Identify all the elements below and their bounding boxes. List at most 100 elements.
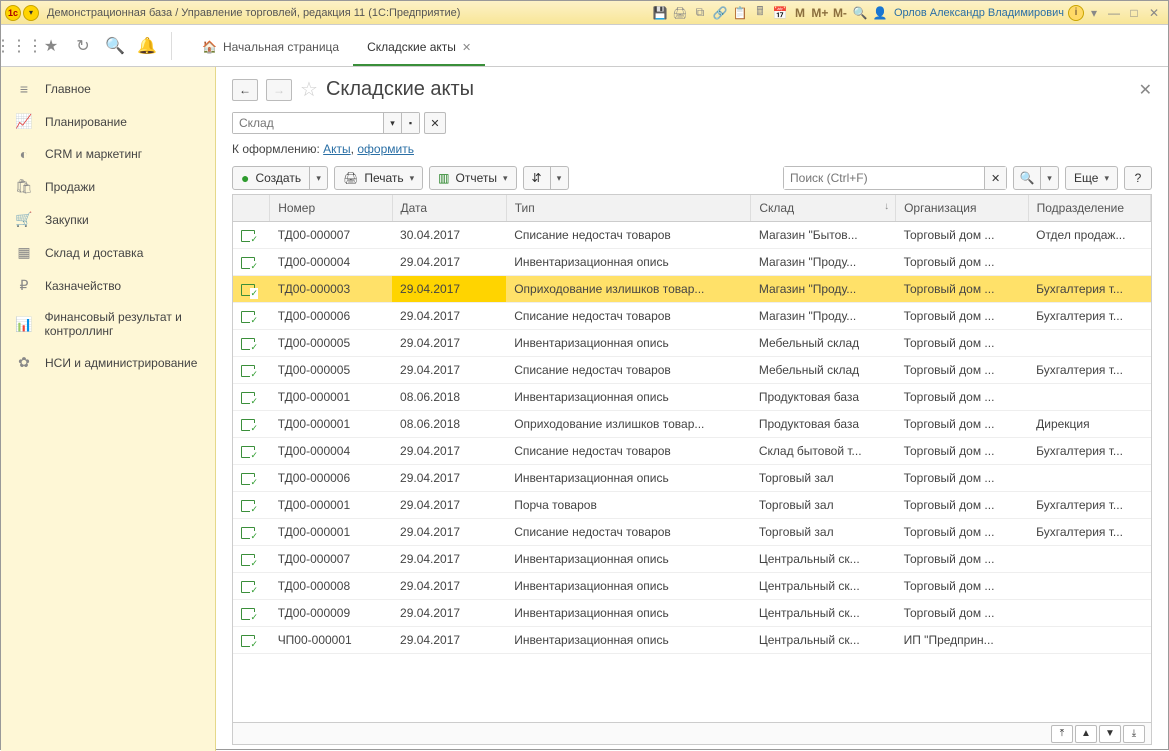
clipboard-icon[interactable]: 📋 [731,4,749,22]
apps-grid-icon[interactable]: ⋮⋮⋮ [7,34,31,58]
clear-filter-button[interactable]: ✕ [424,112,446,134]
combo-select-icon[interactable]: ▪ [401,113,419,133]
reports-button[interactable]: ▥Отчеты▾ [429,166,516,190]
tab-home[interactable]: 🏠 Начальная страница [188,30,353,66]
scroll-up-button[interactable]: ▲ [1075,725,1097,743]
more-button[interactable]: Еще▾ [1065,166,1118,190]
tab-close-icon[interactable]: ✕ [462,41,471,54]
cell-date: 29.04.2017 [392,330,506,357]
info-dropdown-icon[interactable]: ▾ [1085,4,1103,22]
sidebar-item-2[interactable]: ◐CRM и маркетинг [1,138,215,170]
cell-dep: Бухгалтерия т... [1028,438,1150,465]
sidebar-item-8[interactable]: ✿НСИ и администрирование [1,346,215,379]
cell-org: ИП "Предприн... [896,627,1029,654]
print-icon[interactable]: 🖨 [671,4,689,22]
maximize-button[interactable]: □ [1125,4,1143,22]
table-row[interactable]: ТД00-00000730.04.2017Списание недостач т… [233,222,1151,249]
search-input[interactable] [784,167,984,189]
sidebar-item-0[interactable]: ≡Главное [1,73,215,105]
bell-icon[interactable]: 🔔 [135,34,159,58]
cell-warehouse: Продуктовая база [751,384,896,411]
search-field[interactable]: ✕ [783,166,1007,190]
cell-number: ТД00-000001 [270,411,392,438]
find-dropdown[interactable]: ▾ [1041,166,1059,190]
sidebar-item-6[interactable]: ₽Казначейство [1,269,215,302]
col-number[interactable]: Номер [270,195,392,222]
cell-date: 29.04.2017 [392,519,506,546]
table-row[interactable]: ТД00-00000629.04.2017Инвентаризационная … [233,465,1151,492]
favorite-star-icon[interactable]: ★ [39,34,63,58]
cell-warehouse: Центральный ск... [751,546,896,573]
export-dropdown[interactable]: ▾ [551,166,569,190]
app-menu-dropdown[interactable]: ▾ [23,5,39,21]
scroll-top-button[interactable]: ⤒ [1051,725,1073,743]
help-button[interactable]: ? [1124,166,1152,190]
table-row[interactable]: ТД00-00000129.04.2017Списание недостач т… [233,519,1151,546]
document-icon [241,257,255,269]
info-icon[interactable]: i [1068,5,1084,21]
sidebar-item-5[interactable]: ▦Склад и доставка [1,236,215,269]
table-row[interactable]: ТД00-00000329.04.2017Оприходование излиш… [233,276,1151,303]
table-row[interactable]: ТД00-00000529.04.2017Списание недостач т… [233,357,1151,384]
tab-warehouse-acts[interactable]: Складские акты ✕ [353,30,485,66]
calendar-icon[interactable]: 📅 [771,4,789,22]
zoom-icon[interactable]: 🔍 [851,4,869,22]
close-window-button[interactable]: ✕ [1145,4,1163,22]
search-icon[interactable]: 🔍 [103,34,127,58]
compare-icon[interactable]: ⧉ [691,4,709,22]
col-warehouse[interactable]: Склад↓ [751,195,896,222]
acts-link[interactable]: Акты [323,142,351,156]
create-dropdown[interactable]: ▾ [310,166,328,190]
memory-mminus-button[interactable]: M- [831,4,849,22]
table-row[interactable]: ТД00-00000108.06.2018Инвентаризационная … [233,384,1151,411]
warehouse-filter-input[interactable] [233,113,383,133]
find-button[interactable]: 🔍 [1013,166,1041,190]
table-row[interactable]: ТД00-00000529.04.2017Инвентаризационная … [233,330,1151,357]
sidebar-item-1[interactable]: 📈Планирование [1,105,215,138]
save-icon[interactable]: 💾 [651,4,669,22]
table-row[interactable]: ТД00-00000629.04.2017Списание недостач т… [233,303,1151,330]
current-user-name[interactable]: Орлов Александр Владимирович [894,7,1064,19]
search-clear-icon[interactable]: ✕ [984,167,1006,189]
pending-label: К оформлению: [232,142,320,156]
sidebar-item-3[interactable]: 🛍Продажи [1,170,215,203]
cell-dep [1028,465,1150,492]
warehouse-filter-combo[interactable]: ▾ ▪ [232,112,420,134]
link-icon[interactable]: 🔗 [711,4,729,22]
table-row[interactable]: ТД00-00000129.04.2017Порча товаровТоргов… [233,492,1151,519]
scroll-down-button[interactable]: ▼ [1099,725,1121,743]
table-row[interactable]: ТД00-00000429.04.2017Списание недостач т… [233,438,1151,465]
cell-dep: Бухгалтерия т... [1028,357,1150,384]
minimize-button[interactable]: — [1105,4,1123,22]
sidebar-item-4[interactable]: 🛒Закупки [1,203,215,236]
table-row[interactable]: ТД00-00000929.04.2017Инвентаризационная … [233,600,1151,627]
document-icon [241,284,255,296]
table-row[interactable]: ТД00-00000829.04.2017Инвентаризационная … [233,573,1151,600]
cell-type: Оприходование излишков товар... [506,411,751,438]
export-button[interactable]: ⇵ [523,166,551,190]
col-org[interactable]: Организация [896,195,1029,222]
memory-mplus-button[interactable]: M+ [811,4,829,22]
create-button[interactable]: ●Создать [232,166,310,190]
combo-dropdown-icon[interactable]: ▾ [383,113,401,133]
sidebar-item-7[interactable]: 📊Финансовый результат и контроллинг [1,302,215,346]
table-row[interactable]: ТД00-00000108.06.2018Оприходование излиш… [233,411,1151,438]
scroll-bottom-button[interactable]: ⤓ [1123,725,1145,743]
calculator-icon[interactable]: 🖩 [751,4,769,22]
col-date[interactable]: Дата [392,195,506,222]
col-dep[interactable]: Подразделение [1028,195,1150,222]
table-row[interactable]: ТД00-00000429.04.2017Инвентаризационная … [233,249,1151,276]
col-type[interactable]: Тип [506,195,751,222]
nav-back-button[interactable]: ← [232,79,258,101]
create-link[interactable]: оформить [357,142,414,156]
print-button[interactable]: 🖨Печать▾ [334,166,423,190]
cell-number: ТД00-000006 [270,303,392,330]
nav-forward-button[interactable]: → [266,79,292,101]
table-row[interactable]: ЧП00-00000129.04.2017Инвентаризационная … [233,627,1151,654]
page-close-button[interactable]: ✕ [1139,80,1152,100]
memory-m-button[interactable]: M [791,4,809,22]
history-icon[interactable]: ↻ [71,34,95,58]
page-favorite-icon[interactable]: ☆ [300,77,318,102]
cell-warehouse: Торговый зал [751,519,896,546]
table-row[interactable]: ТД00-00000729.04.2017Инвентаризационная … [233,546,1151,573]
